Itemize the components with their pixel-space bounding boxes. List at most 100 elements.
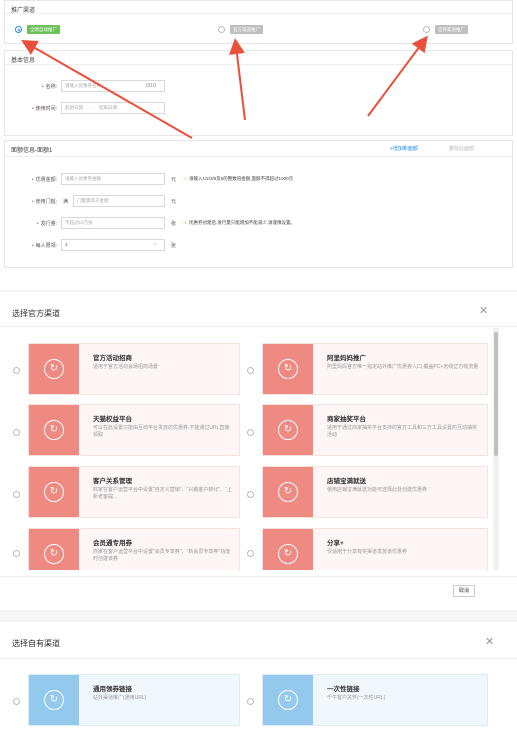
card-desc: 商家在客户运营平台中设置"会员专享券"、"新会员专享券"功能时创建该券 [93, 549, 231, 562]
tier-section-title: 面额信息-面额1 [11, 148, 53, 154]
radio-auto-channel[interactable] [15, 26, 22, 33]
channel-card-member[interactable]: ↻ 会员通专用券 商家在客户运营平台中设置"会员专享券"、"新会员专享券"功能时… [28, 528, 240, 570]
amount-warning: ⚠ 请输入1/2/3/5及5的整数倍金额,面额不得超过1000元 [183, 176, 294, 181]
channel-card-lottery[interactable]: ↻ 商家抽奖平台 适用于通过商家抽奖平台支持的官方工具和三方工具设置的互动抽奖活… [262, 404, 488, 456]
card-icon-box: ↻ [263, 529, 313, 570]
chevron-down-icon[interactable]: ⌵ [153, 241, 158, 248]
tag-auto-channel[interactable]: 全网自动推广 [27, 25, 60, 34]
tier-info-section: 面额信息-面额1 +增加新面额 删除此面额 • 优惠金额: 请输入优惠券金额 元 … [4, 140, 513, 268]
card-title: 店铺宝满就送 [327, 478, 366, 485]
amount-unit: 元 [171, 177, 177, 183]
card-title: 分享+ [327, 540, 344, 547]
radio-own-channel[interactable] [423, 26, 430, 33]
official-dialog-title: 选择官方渠道 [12, 309, 60, 318]
channel-card-general-link[interactable]: ↻ 通用领券链接 站外渠道推广(通用URL) [28, 674, 240, 726]
add-tier-link[interactable]: +增加新面额 [390, 145, 418, 152]
threshold-label: • 使用门槛: [31, 199, 57, 205]
card-icon-box: ↻ [263, 467, 313, 517]
official-channel-dialog: 选择官方渠道 ✕ ↻ 官方活动招商 适用于官方活动会场招商场景 ↻ 阿里妈妈推广… [0, 292, 517, 610]
card-desc: 仅适用于分享有奖渠道发放该优惠券 [327, 549, 408, 555]
basic-section-title: 基本信息 [11, 58, 36, 64]
radio-official-channel[interactable] [218, 26, 225, 33]
cancel-button[interactable]: 取消 [453, 585, 476, 597]
card-title: 一次性链接 [327, 686, 360, 693]
tag-official-channel[interactable]: 官方渠道推广 [230, 25, 263, 34]
channel-card-official-activity[interactable]: ↻ 官方活动招商 适用于官方活动会场招商场景 [28, 343, 240, 395]
channel-card-onetime-link[interactable]: ↻ 一次性链接 千牛客户关怀(一次性URL) [262, 674, 488, 726]
own-dialog-title: 选择自有渠道 [12, 639, 60, 648]
tag-own-channel[interactable]: 自有渠道推广 [435, 25, 468, 34]
coupon-form-panel: 推广渠道 全网自动推广 官方渠道推广 自有渠道推广 基本信息 • 名称: 请输入优… [0, 0, 517, 290]
card-desc: 站外渠道推广(通用URL) [93, 695, 147, 701]
limit-select[interactable]: 1 [61, 239, 165, 251]
own-channel-dialog: 选择自有渠道 ✕ ↻ 通用领券链接 站外渠道推广(通用URL) ↻ 一次性链接 … [0, 622, 517, 747]
threshold-input[interactable]: 门槛需高于金额 [73, 195, 165, 207]
divider [0, 576, 517, 577]
refresh-coupon-icon: ↻ [278, 544, 298, 564]
channel-card-alimama[interactable]: ↻ 阿里妈妈推广 阿里妈妈官方唯一指定站外推广优惠券入口,覆盖PC+无线亿万级流… [262, 343, 488, 395]
issue-warning: ⚠ 优惠券创建后,发行量只能增加不能减少,请谨慎设置。 [183, 220, 296, 225]
card-icon-box: ↻ [263, 344, 313, 394]
issue-input[interactable]: 不超过10万张 [61, 217, 165, 229]
card-title: 会员通专用券 [93, 540, 132, 547]
card-title: 客户关系管理 [93, 478, 132, 485]
radio-card-4[interactable] [13, 491, 20, 498]
refresh-coupon-icon: ↻ [278, 482, 298, 502]
refresh-coupon-icon: ↻ [278, 359, 298, 379]
channel-section: 推广渠道 全网自动推广 官方渠道推广 自有渠道推广 [4, 0, 513, 44]
channel-card-tmall-rights[interactable]: ↻ 天猫权益平台 可以在此设置只能由互动平台发放的优惠券,不能通过URL直接领取 [28, 404, 240, 456]
amount-label: • 优惠金额: [31, 177, 57, 183]
card-title: 阿里妈妈推广 [327, 355, 366, 362]
warning-icon: ⚠ [183, 176, 188, 181]
card-icon-box: ↻ [29, 467, 79, 517]
card-desc: 适用于官方活动会场招商场景 [93, 364, 159, 370]
channel-card-share[interactable]: ↻ 分享+ 仅适用于分享有奖渠道发放该优惠券 [262, 528, 488, 570]
date-range-input[interactable]: 起始日期 - 结束日期 [61, 102, 165, 114]
channel-card-shop-gift[interactable]: ↻ 店铺宝满就送 使用店铺宝满就送功能可选择此处创建优惠券 [262, 466, 488, 518]
scrollbar-thumb[interactable] [494, 332, 498, 456]
radio-card-6[interactable] [13, 550, 20, 557]
card-icon-box: ↻ [263, 405, 313, 455]
delete-tier-link[interactable]: 删除此面额 [449, 145, 474, 152]
radio-card-1[interactable] [247, 367, 254, 374]
radio-card-5[interactable] [247, 491, 254, 498]
dialog-scrollbar[interactable] [493, 328, 499, 570]
divider [0, 326, 517, 327]
card-desc: 商家在客户运营平台中设置"自定义营销"、"兴趣客户转化"、"上新老客提... [93, 487, 232, 500]
card-icon-box: ↻ [29, 529, 79, 570]
divider [5, 156, 512, 157]
card-title: 官方活动招商 [93, 355, 132, 362]
refresh-coupon-icon: ↻ [44, 690, 64, 710]
refresh-coupon-icon: ↻ [44, 420, 64, 440]
limit-unit: 张 [171, 243, 177, 249]
card-desc: 千牛客户关怀(一次性URL) [327, 695, 386, 701]
radio-own-card-1[interactable] [247, 698, 254, 705]
limit-label: • 每人限领: [31, 243, 57, 249]
divider [0, 658, 517, 659]
refresh-coupon-icon: ↻ [44, 544, 64, 564]
card-icon-box: ↻ [29, 344, 79, 394]
name-counter: 0/10 [146, 83, 156, 89]
radio-own-card-0[interactable] [13, 698, 20, 705]
refresh-coupon-icon: ↻ [278, 690, 298, 710]
card-icon-box: ↻ [29, 405, 79, 455]
card-icon-box: ↻ [29, 675, 79, 725]
radio-card-7[interactable] [247, 550, 254, 557]
name-label: • 名称: [41, 84, 57, 90]
end-date-placeholder[interactable]: 结束日期 [99, 105, 117, 110]
threshold-unit: 元 [171, 199, 177, 205]
card-desc: 使用店铺宝满就送功能可选择此处创建优惠券 [327, 487, 428, 493]
amount-input[interactable]: 请输入优惠券金额 [61, 173, 165, 185]
divider [5, 64, 512, 65]
radio-card-0[interactable] [13, 367, 20, 374]
issue-label: • 发行量: [36, 221, 57, 227]
close-icon[interactable]: ✕ [485, 635, 494, 648]
radio-card-2[interactable] [13, 429, 20, 436]
radio-card-3[interactable] [247, 429, 254, 436]
start-date-placeholder[interactable]: 起始日期 [65, 105, 83, 110]
refresh-coupon-icon: ↻ [44, 482, 64, 502]
refresh-coupon-icon: ↻ [44, 359, 64, 379]
card-title: 天猫权益平台 [93, 416, 132, 423]
close-icon[interactable]: ✕ [479, 304, 488, 317]
channel-card-crm[interactable]: ↻ 客户关系管理 商家在客户运营平台中设置"自定义营销"、"兴趣客户转化"、"上… [28, 466, 240, 518]
